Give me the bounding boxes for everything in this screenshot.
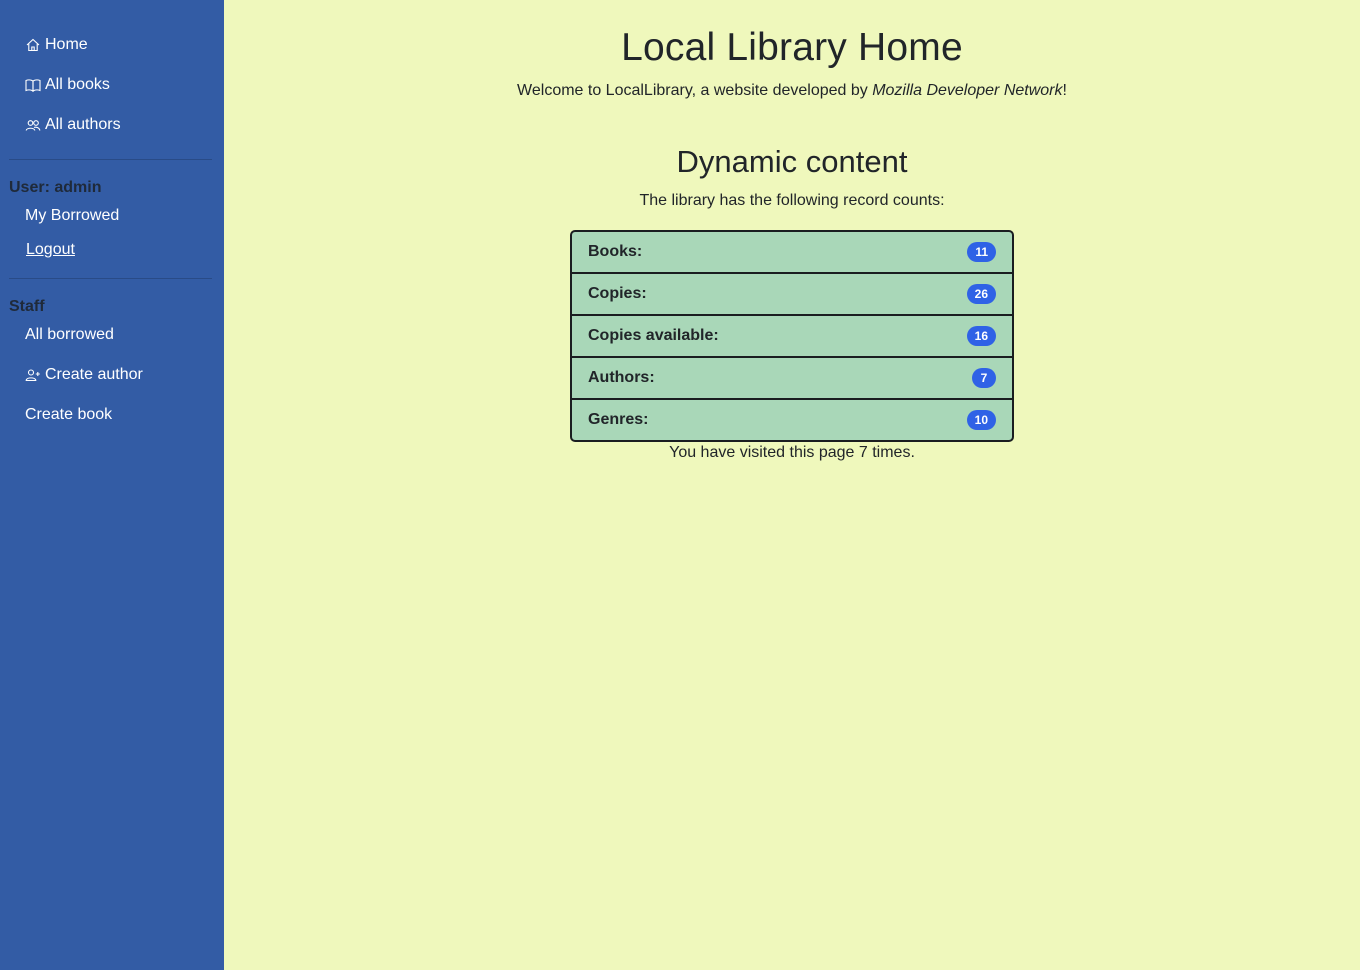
create-author-link[interactable]: Create author [0, 362, 224, 388]
logout-link[interactable]: Logout [0, 237, 224, 263]
nav-all-authors-label: All authors [45, 116, 121, 133]
record-counts-intro: The library has the following record cou… [639, 192, 945, 209]
welcome-text: Welcome to LocalLibrary, a website devel… [224, 82, 1360, 100]
user-heading: User: admin [9, 179, 102, 196]
count-badge: 11 [967, 242, 996, 262]
page-title: Local Library Home [621, 26, 963, 69]
count-label: Genres: [588, 411, 649, 428]
sidebar: Home All books All authors User: admin M… [0, 0, 224, 970]
nav-all-books-link[interactable]: All books [0, 72, 224, 98]
count-badge: 7 [972, 368, 996, 388]
list-item: Copies available: 16 [572, 316, 1012, 358]
list-item: Genres: 10 [572, 400, 1012, 440]
nav-home-link[interactable]: Home [0, 32, 224, 58]
list-item: Copies: 26 [572, 274, 1012, 316]
count-label: Authors: [588, 369, 655, 386]
house-icon [25, 37, 41, 53]
people-icon [25, 117, 41, 133]
count-badge: 16 [966, 326, 996, 346]
person-plus-icon [25, 367, 41, 383]
count-badge: 10 [966, 410, 996, 430]
nav-all-books-label: All books [45, 76, 110, 93]
count-label: Copies available: [588, 327, 719, 344]
record-counts-list: Books: 11 Copies: 26 Copies available: 1… [570, 230, 1014, 442]
count-badge: 26 [966, 284, 996, 304]
list-item: Books: 11 [572, 232, 1012, 274]
count-label: Copies: [588, 285, 647, 302]
welcome-prefix: Welcome to LocalLibrary, a website devel… [517, 82, 873, 99]
welcome-org: Mozilla Developer Network [872, 82, 1063, 99]
welcome-suffix: ! [1062, 82, 1067, 99]
all-borrowed-link[interactable]: All borrowed [0, 322, 224, 348]
app-layout: Home All books All authors User: admin M… [0, 0, 1360, 970]
my-borrowed-link[interactable]: My Borrowed [0, 203, 224, 229]
open-book-icon [25, 77, 41, 93]
nav-home-label: Home [45, 36, 88, 53]
visit-counter: You have visited this page 7 times. [669, 444, 915, 461]
create-book-link[interactable]: Create book [0, 402, 224, 428]
sidebar-divider [9, 159, 212, 160]
list-item: Authors: 7 [572, 358, 1012, 400]
count-label: Books: [588, 243, 643, 260]
dynamic-content-heading: Dynamic content [676, 144, 908, 179]
main-content: Local Library Home Welcome to LocalLibra… [224, 0, 1360, 970]
staff-heading: Staff [9, 298, 45, 315]
nav-all-authors-link[interactable]: All authors [0, 112, 224, 138]
sidebar-divider [9, 278, 212, 279]
create-author-label: Create author [45, 366, 143, 383]
